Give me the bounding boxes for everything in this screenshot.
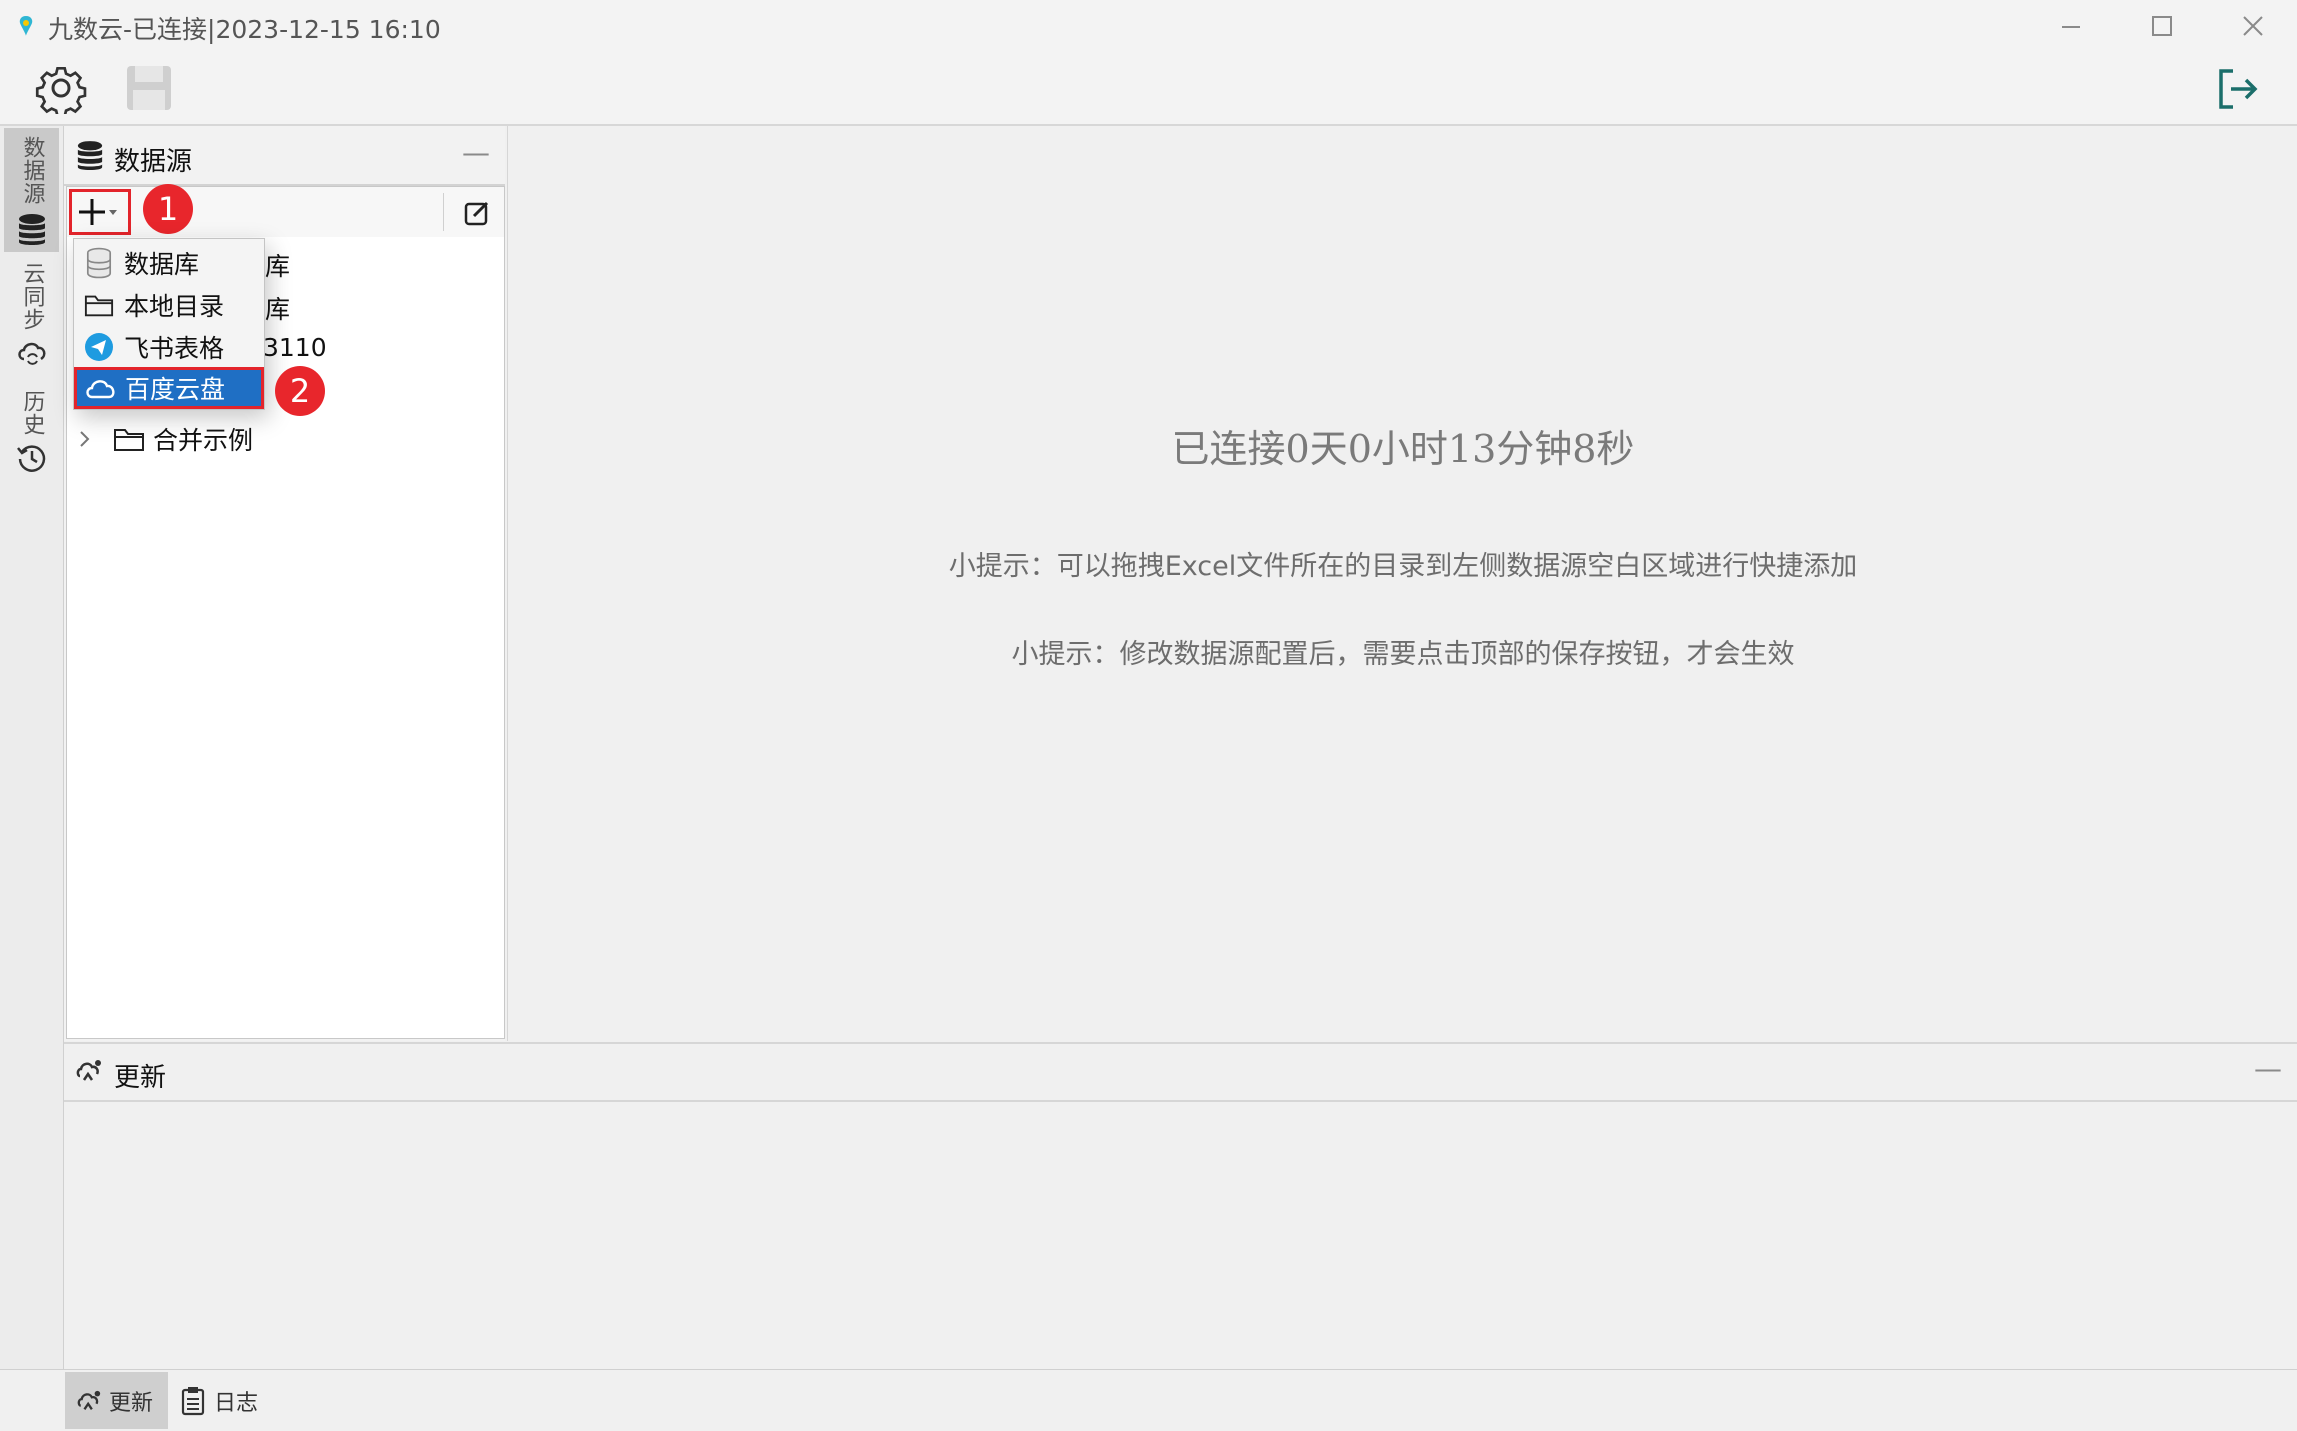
- datasource-panel-header: 数据源 —: [64, 126, 505, 186]
- logout-icon: [2219, 69, 2258, 109]
- bottom-tab-log[interactable]: 日志: [172, 1372, 272, 1429]
- database-icon: [18, 214, 45, 245]
- minimize-window-button[interactable]: [2026, 0, 2116, 52]
- app-logo-icon: [19, 16, 33, 36]
- update-panel-title: 更新: [114, 1063, 167, 1093]
- menu-item-label: 本地目录: [124, 292, 225, 321]
- side-tab-cloud-sync[interactable]: 云同步: [4, 258, 59, 378]
- cloud-sync-icon: [17, 342, 46, 365]
- tree-item[interactable]: 库: [265, 290, 290, 326]
- toolbar-separator: [443, 193, 444, 231]
- window-title: 九数云-已连接|2023-12-15 16:10: [48, 15, 441, 44]
- side-tab-label: 云同步: [19, 262, 45, 331]
- folder-icon: [84, 295, 114, 317]
- side-tab-label: 历史: [19, 390, 45, 436]
- toolbar: [0, 52, 2297, 126]
- database-icon: [77, 141, 103, 170]
- datasource-panel-title: 数据源: [114, 147, 193, 177]
- update-panel-header: 更新 —: [64, 1044, 2297, 1102]
- tree-item[interactable]: 库: [265, 247, 290, 283]
- datasource-panel-minimize-button[interactable]: —: [462, 136, 490, 169]
- title-bar: 九数云-已连接|2023-12-15 16:10: [0, 0, 2297, 52]
- save-icon: [127, 66, 171, 110]
- database-icon: [86, 247, 112, 279]
- main-content: 已连接0天0小时13分钟8秒 小提示：可以拖拽Excel文件所在的目录到左侧数据…: [507, 126, 2297, 1041]
- folder-icon: [114, 429, 144, 451]
- maximize-icon: [2152, 16, 2172, 36]
- close-window-button[interactable]: [2208, 0, 2297, 52]
- close-icon: [2243, 16, 2263, 36]
- side-tab-label: 数据源: [19, 136, 45, 205]
- bottom-tab-update[interactable]: 更新: [65, 1372, 168, 1429]
- edit-datasource-button[interactable]: [459, 195, 495, 231]
- menu-item-label: 百度云盘: [125, 375, 226, 404]
- annotation-badge-2: 2: [275, 366, 325, 416]
- chevron-right-icon[interactable]: [75, 428, 95, 450]
- tree-group-item[interactable]: 合并示例: [75, 421, 253, 457]
- connection-duration: 已连接0天0小时13分钟8秒: [1171, 427, 1635, 471]
- feishu-icon: [85, 333, 113, 361]
- gear-icon: [35, 66, 87, 114]
- tip-text-drag: 小提示：可以拖拽Excel文件所在的目录到左侧数据源空白区域进行快捷添加: [948, 551, 1858, 582]
- datasource-tree-toolbar: [67, 187, 504, 237]
- menu-item-database[interactable]: 数据库: [76, 243, 262, 283]
- edit-icon: [464, 201, 489, 226]
- clipboard-icon: [181, 1386, 205, 1415]
- update-icon: [77, 1390, 101, 1410]
- minimize-icon: [2062, 26, 2080, 28]
- update-panel: 更新 —: [64, 1042, 2297, 1371]
- menu-item-feishu-sheet[interactable]: 飞书表格: [76, 327, 262, 367]
- bottom-tab-bar: 更新 日志: [0, 1369, 2297, 1431]
- add-dropdown-icon: [79, 199, 117, 225]
- save-button[interactable]: [120, 58, 178, 118]
- settings-button[interactable]: [30, 58, 92, 118]
- tree-item[interactable]: 3110: [263, 333, 327, 362]
- history-icon: [16, 445, 45, 472]
- menu-item-local-directory[interactable]: 本地目录: [76, 285, 262, 325]
- side-tab-bar: 数据源 云同步 历史: [0, 126, 64, 1371]
- menu-item-label: 飞书表格: [124, 334, 225, 363]
- bottom-tab-label: 更新: [109, 1390, 154, 1416]
- side-tab-history[interactable]: 历史: [4, 388, 59, 488]
- maximize-window-button[interactable]: [2117, 0, 2207, 52]
- add-datasource-button[interactable]: [69, 189, 131, 235]
- tip-text-save: 小提示：修改数据源配置后，需要点击顶部的保存按钮，才会生效: [1011, 639, 1795, 670]
- logout-button[interactable]: [2208, 60, 2266, 118]
- add-datasource-menu: 数据库 本地目录 飞书表格 百度云盘: [73, 238, 265, 410]
- menu-item-label: 数据库: [124, 250, 200, 279]
- annotation-badge-1: 1: [143, 184, 193, 234]
- cloud-icon: [86, 380, 115, 399]
- side-tab-datasource[interactable]: 数据源: [4, 128, 59, 252]
- menu-item-baidu-cloud[interactable]: 百度云盘: [74, 367, 264, 409]
- tree-group-label: 合并示例: [153, 426, 254, 455]
- update-icon: [76, 1060, 101, 1081]
- bottom-tab-label: 日志: [214, 1390, 259, 1416]
- update-panel-minimize-button[interactable]: —: [2254, 1052, 2282, 1085]
